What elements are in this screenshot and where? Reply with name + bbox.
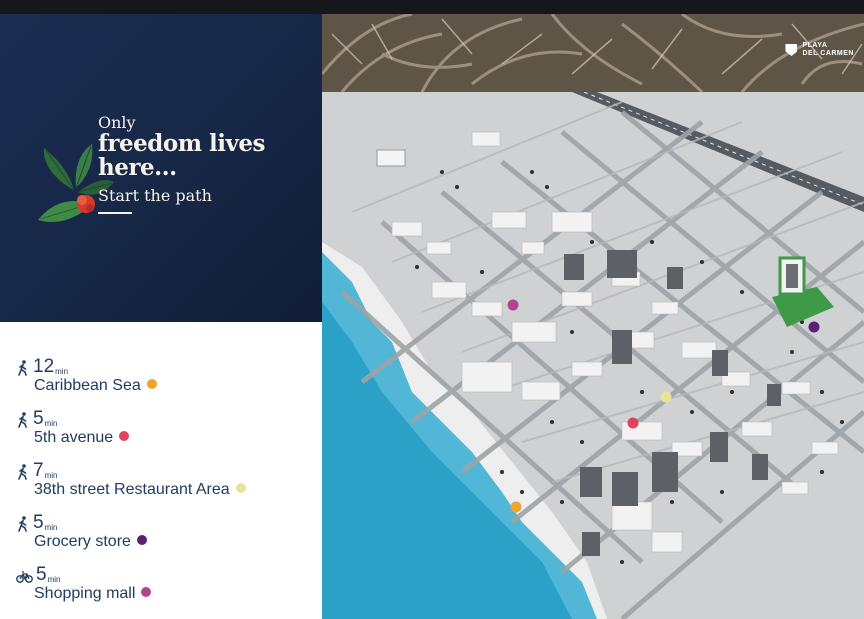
time-number: 5 (33, 512, 44, 533)
list-item: 12 min Caribbean Sea (16, 356, 157, 395)
isometric-map (322, 92, 864, 619)
time-number: 5 (33, 408, 44, 429)
tagline-line-2: freedom lives (98, 130, 265, 157)
tagline-underline (98, 212, 132, 214)
hero-panel: Only freedom lives here... Start the pat… (0, 14, 322, 322)
list-item: 5 min Shopping mall (16, 564, 152, 603)
list-item: 5 min Grocery store (16, 512, 147, 551)
destination-label: Caribbean Sea (34, 377, 141, 394)
caribbean-sea-marker[interactable] (510, 501, 522, 513)
list-item: 7 min 38th street Restaurant Area (16, 460, 246, 499)
hero-tagline: Only freedom lives here... Start the pat… (98, 114, 265, 214)
destination-label: Grocery store (34, 533, 131, 550)
logo-line-1: PLAYA (802, 42, 828, 49)
foliage-banner: PLAYA DEL CARMEN (322, 14, 864, 92)
time-unit: min (44, 523, 58, 532)
walk-icon (18, 412, 27, 428)
list-item: 5 min 5th avenue (16, 408, 130, 447)
logo-mark-icon (785, 44, 798, 56)
playa-del-carmen-logo: PLAYA DEL CARMEN (785, 42, 854, 58)
walk-icon (18, 360, 27, 376)
bike-icon (16, 571, 33, 583)
yellow-dot-icon (235, 483, 246, 493)
tagline-line-3: here... (98, 154, 177, 181)
purple-dot-icon (136, 535, 147, 545)
red-dot-icon (119, 431, 130, 441)
palm-leaves-pattern (322, 14, 864, 92)
restaurant-area-marker[interactable] (660, 391, 672, 403)
shopping-mall-marker[interactable] (507, 299, 519, 311)
walk-icon (18, 516, 27, 532)
destination-label: Shopping mall (34, 585, 136, 602)
distance-list: 12 min Caribbean Sea 5 min 5th avenue 7 … (0, 322, 322, 619)
time-number: 7 (33, 460, 44, 481)
start-the-path-text: Start the path (98, 186, 212, 205)
destination-label: 38th street Restaurant Area (34, 481, 230, 498)
destination-label: 5th avenue (34, 429, 114, 446)
city-map[interactable] (322, 92, 864, 619)
time-number: 5 (36, 564, 47, 585)
time-unit: min (44, 471, 58, 480)
fifth-avenue-marker[interactable] (627, 417, 639, 429)
grocery-store-marker[interactable] (808, 321, 820, 333)
logo-line-2: DEL CARMEN (802, 50, 854, 57)
magenta-dot-icon (141, 587, 152, 597)
time-unit: min (47, 575, 61, 584)
top-bar (0, 0, 864, 14)
time-unit: min (44, 419, 58, 428)
orange-dot-icon (146, 379, 157, 389)
time-unit: min (55, 367, 69, 376)
walk-icon (18, 464, 27, 480)
time-number: 12 (33, 356, 55, 377)
